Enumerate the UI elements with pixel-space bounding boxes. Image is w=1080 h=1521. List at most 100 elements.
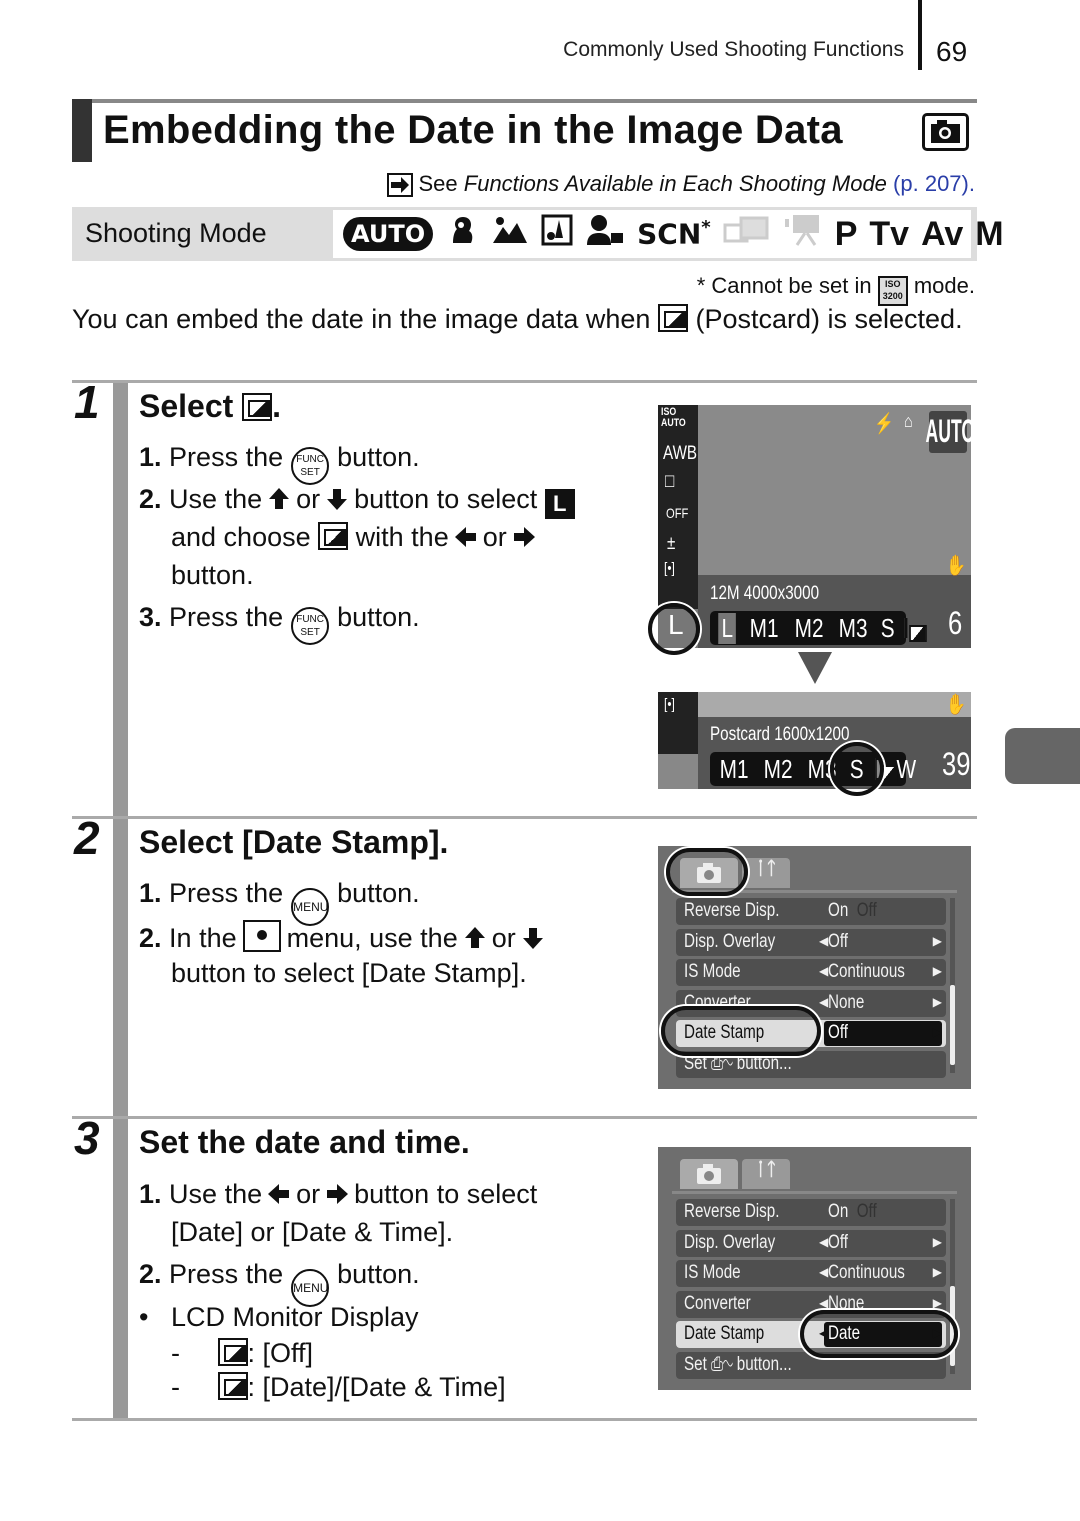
menu-label: Disp. Overlay (684, 1231, 776, 1253)
step2-line2: 2. In the menu, use the or (139, 920, 550, 957)
menu-value: None (828, 991, 865, 1013)
postcard-icon[interactable] (904, 618, 927, 642)
menu-row[interactable]: IS Mode ◀ Continuous ▶ (676, 959, 946, 986)
arrow-down-icon (325, 487, 349, 518)
flash-comp-icon: ± (667, 533, 676, 554)
menu-row[interactable]: Disp. Overlay ◀ Off ▶ (676, 1229, 946, 1257)
left-arrow-icon: ◀ (819, 933, 829, 948)
arrow-up-icon (267, 487, 291, 518)
size-option[interactable]: M3 (838, 613, 867, 644)
section-title: Commonly Used Shooting Functions (563, 38, 904, 61)
step2-line1: 1. Press the MENU button. (139, 878, 420, 926)
menu-label: Reverse Disp. (684, 1201, 780, 1222)
menu-row[interactable]: IS Mode ◀ Continuous ▶ (676, 1260, 946, 1287)
shooting-mode-icons: AUTO SCN* P Tv Av M (333, 210, 1004, 258)
menu-label: Reverse Disp. (684, 900, 780, 921)
tab-camera[interactable] (680, 1159, 738, 1189)
size-option[interactable]: L (718, 612, 737, 644)
page-title: Embedding the Date in the Image Data (103, 108, 843, 152)
arrow-up-icon (463, 926, 487, 957)
arrow-down-icon (521, 926, 545, 957)
highlight-circle (666, 848, 748, 896)
step1-line2: 2. Use the or button to select L (139, 484, 575, 519)
date-stamp-on-icon (217, 1372, 248, 1400)
step1-number: 1 (74, 376, 100, 428)
highlight-circle (661, 1006, 821, 1056)
page-number: 69 (936, 36, 968, 67)
title-marker (72, 99, 92, 162)
size-option[interactable]: M1 (750, 613, 779, 644)
step3-bar (113, 1119, 128, 1419)
func-set-button-icon: FUNC SET (291, 447, 330, 485)
left-arrow-icon: ◀ (819, 994, 829, 1009)
stitch-assist-icon (723, 215, 771, 254)
menu-value: Off (828, 930, 848, 952)
is-hand-icon: ✋ (946, 694, 966, 716)
see-topic: Functions Available in Each Shooting Mod… (463, 171, 887, 196)
menu-label: Converter (684, 1292, 751, 1314)
arrow-left-icon (454, 525, 478, 556)
step2-line3: button to select [Date Stamp]. (171, 958, 527, 988)
lcd-screen-postcard: [•] ✋ Postcard 1600x1200 M1 M2 M3 S W 39 (658, 692, 971, 789)
size-option[interactable]: M2 (794, 613, 823, 644)
menu-value: On Off (828, 1201, 877, 1222)
mode-av: Av (921, 214, 964, 253)
landscape-icon (491, 215, 529, 254)
right-arrow-icon: ▶ (932, 994, 942, 1009)
menu-label: Date Stamp (684, 1323, 765, 1344)
wrench-icon: ᛙᛏ (755, 1159, 777, 1179)
menu-value: Continuous (828, 961, 905, 982)
right-arrow-icon: ▶ (932, 1265, 942, 1279)
arrow-left-icon (267, 1182, 291, 1213)
step2-rule (72, 816, 977, 819)
scrollbar[interactable] (950, 898, 955, 1073)
reference-arrow-icon (386, 173, 413, 197)
left-arrow-icon: ◀ (819, 1234, 829, 1249)
shots-remaining: 39 (942, 746, 971, 782)
self-timer-icon: ⌂ (904, 411, 913, 431)
is-hand-icon: ✋ (946, 555, 966, 577)
menu-row[interactable]: Reverse Disp. On Off (676, 898, 946, 925)
flash-auto-icon: ⚡ (874, 413, 894, 435)
iso-auto-icon: ISO AUTO (661, 406, 686, 429)
step3-line3: 2. Press the MENU button. (139, 1259, 420, 1307)
mode-p: P (834, 214, 858, 253)
postcard-icon (657, 304, 688, 332)
left-arrow-icon: ◀ (819, 964, 829, 978)
tab-settings[interactable]: ᛙᛏ (742, 1159, 790, 1189)
red-eye-off-icon: OFF (666, 505, 689, 521)
tab-settings[interactable]: ᛙᛏ (742, 858, 790, 888)
footnote: * Cannot be set in ISO 3200 mode. (697, 273, 975, 306)
right-arrow-icon: ▶ (932, 1234, 942, 1249)
scn-mode: SCN* (637, 217, 711, 251)
page-link[interactable]: (p. 207) (893, 171, 969, 196)
right-arrow-icon: ▶ (932, 964, 942, 978)
menu-value: Off (828, 1231, 848, 1253)
menu-label: Set ⎙∿ button... (684, 1353, 792, 1375)
auto-mode-icon: AUTO (343, 217, 434, 251)
mode-m: M (975, 214, 1004, 253)
left-arrow-icon: ◀ (819, 1265, 829, 1279)
see-suffix: . (968, 171, 975, 196)
intro-text: You can embed the date in the image data… (72, 304, 963, 334)
shots-remaining: 6 (948, 605, 963, 641)
size-option[interactable]: S (881, 613, 895, 644)
menu-row[interactable]: Reverse Disp. On Off (676, 1199, 946, 1226)
see-prefix: See (418, 171, 464, 196)
highlight-circle (830, 742, 884, 796)
title-rule (72, 99, 977, 103)
arrow-right-icon (512, 525, 536, 556)
func-set-button-icon: FUNC SET (291, 607, 330, 645)
size-option[interactable]: W (896, 754, 916, 785)
right-arrow-icon: ▶ (932, 1025, 942, 1039)
shooting-mode-label: Shooting Mode (85, 218, 267, 248)
wb-icon: AWB (663, 443, 698, 464)
menu-label: IS Mode (684, 961, 741, 982)
iso3200-icon: ISO 3200 (877, 276, 908, 306)
menu-row[interactable]: Disp. Overlay ◀ Off ▶ (676, 928, 946, 956)
menu-value: Off (828, 1022, 848, 1043)
size-option[interactable]: M1 (720, 754, 749, 785)
down-triangle-icon (798, 652, 832, 689)
size-option[interactable]: M2 (764, 754, 793, 785)
step3-line6: - : [Date]/[Date & Time] (171, 1372, 506, 1402)
